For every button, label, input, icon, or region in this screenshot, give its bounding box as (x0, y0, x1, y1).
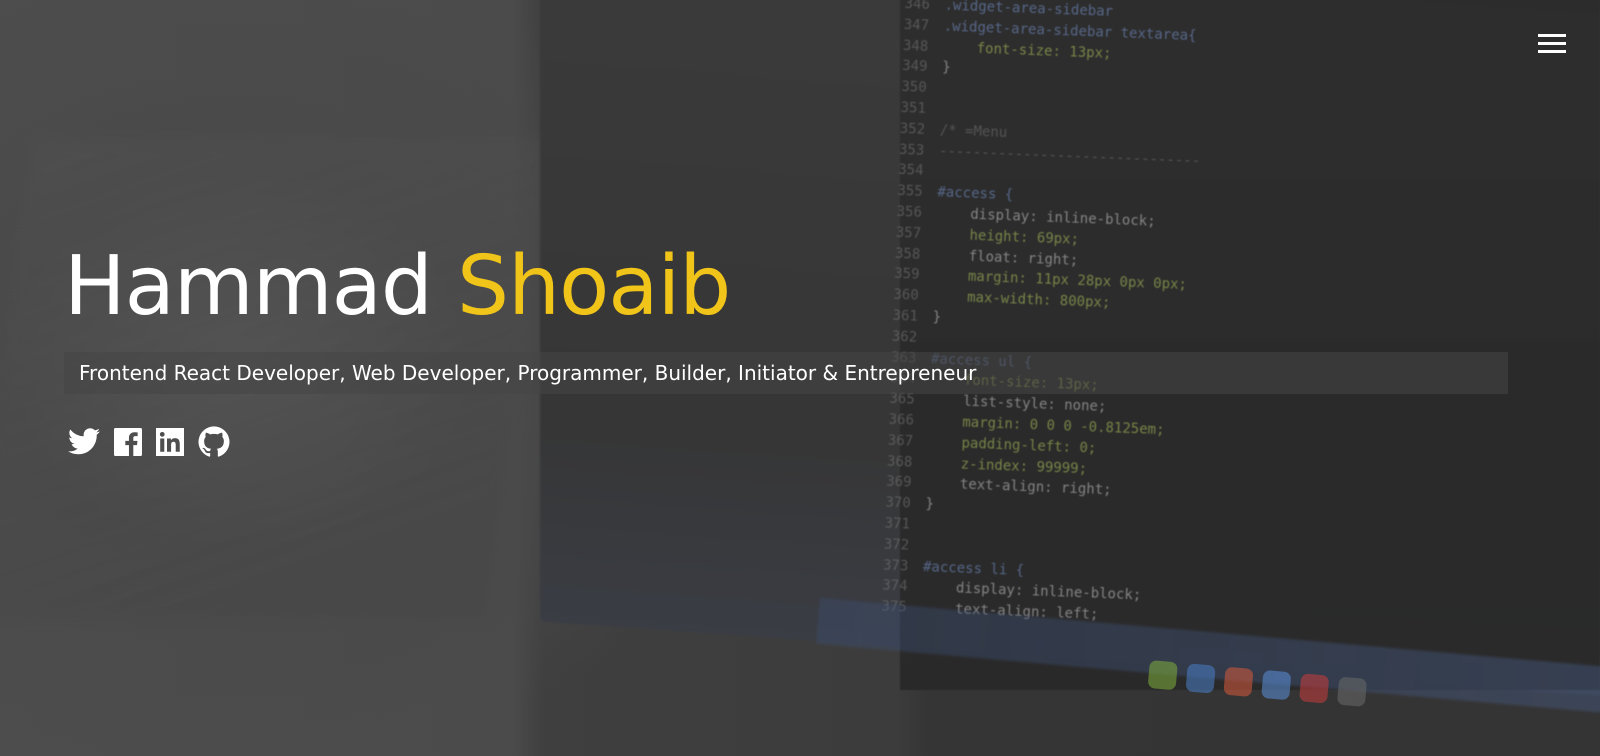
github-icon (198, 426, 230, 457)
social-links (64, 426, 1508, 457)
hero-title: Hammad Shoaib (64, 232, 1508, 342)
github-link[interactable] (198, 426, 230, 457)
hamburger-line (1538, 42, 1566, 45)
twitter-icon (68, 428, 100, 455)
hero-tagline: Frontend React Developer, Web Developer,… (79, 361, 977, 385)
linkedin-icon (156, 427, 184, 456)
twitter-link[interactable] (68, 428, 100, 455)
hero-last-name: Shoaib (457, 239, 731, 334)
hero-section: 346 .widget-area-sidebar 347 .widget-area-s… (0, 0, 1600, 756)
hamburger-menu-icon (1538, 34, 1566, 37)
hamburger-line (1538, 50, 1566, 53)
tagline-box: Frontend React Developer, Web Developer,… (64, 352, 1508, 394)
hero-first-name: Hammad (64, 239, 433, 334)
facebook-link[interactable] (114, 427, 142, 456)
menu-button[interactable] (1538, 34, 1566, 54)
hero-content: Hammad Shoaib Frontend React Developer, … (64, 232, 1508, 457)
facebook-icon (114, 427, 142, 456)
linkedin-link[interactable] (156, 427, 184, 456)
